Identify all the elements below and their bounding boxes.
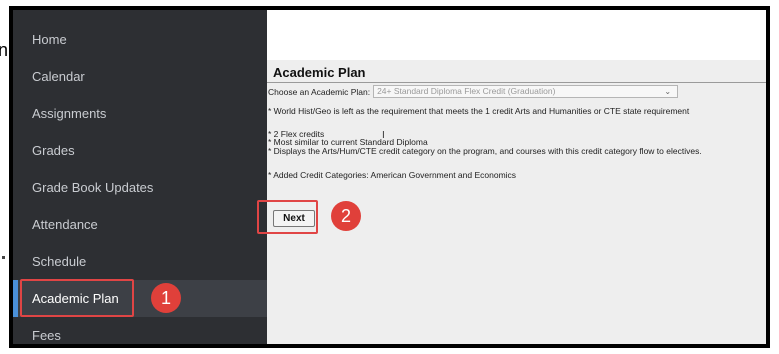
sidebar-item-home[interactable]: Home bbox=[13, 21, 267, 58]
plan-note: * Displays the Arts/Hum/CTE credit categ… bbox=[268, 146, 702, 156]
stray-edge-text: n bbox=[0, 40, 9, 60]
plan-note: * Added Credit Categories: American Gove… bbox=[268, 170, 517, 180]
chevron-down-icon: ⌄ bbox=[664, 87, 672, 96]
plan-chooser-row: Choose an Academic Plan: 24+ Standard Di… bbox=[268, 85, 679, 98]
sidebar-item-grade-book-updates[interactable]: Grade Book Updates bbox=[13, 169, 267, 206]
app-window: Home Calendar Assignments Grades Grade B… bbox=[9, 6, 770, 348]
text-cursor-icon: I bbox=[382, 130, 385, 141]
title-divider bbox=[267, 82, 766, 83]
highlight-academic-plan bbox=[20, 279, 134, 317]
academic-plan-selected-value: 24+ Standard Diploma Flex Credit (Gradua… bbox=[377, 86, 556, 96]
plan-chooser-label: Choose an Academic Plan: bbox=[268, 86, 371, 97]
sidebar-item-grades[interactable]: Grades bbox=[13, 132, 267, 169]
sidebar-item-assignments[interactable]: Assignments bbox=[13, 95, 267, 132]
stray-edge-dot bbox=[2, 256, 5, 259]
highlight-next-button bbox=[257, 200, 318, 234]
sidebar-item-calendar[interactable]: Calendar bbox=[13, 58, 267, 95]
sidebar-item-attendance[interactable]: Attendance bbox=[13, 206, 267, 243]
academic-plan-select[interactable]: 24+ Standard Diploma Flex Credit (Gradua… bbox=[373, 85, 679, 98]
step-2-badge: 2 bbox=[331, 201, 361, 231]
plan-note: * World Hist/Geo is left as the requirem… bbox=[268, 106, 690, 116]
step-1-badge: 1 bbox=[151, 283, 181, 313]
sidebar-item-fees[interactable]: Fees bbox=[13, 317, 267, 344]
page-title: Academic Plan bbox=[273, 65, 366, 80]
sidebar-item-schedule[interactable]: Schedule bbox=[13, 243, 267, 280]
main-content: Academic Plan Choose an Academic Plan: 2… bbox=[267, 10, 766, 344]
